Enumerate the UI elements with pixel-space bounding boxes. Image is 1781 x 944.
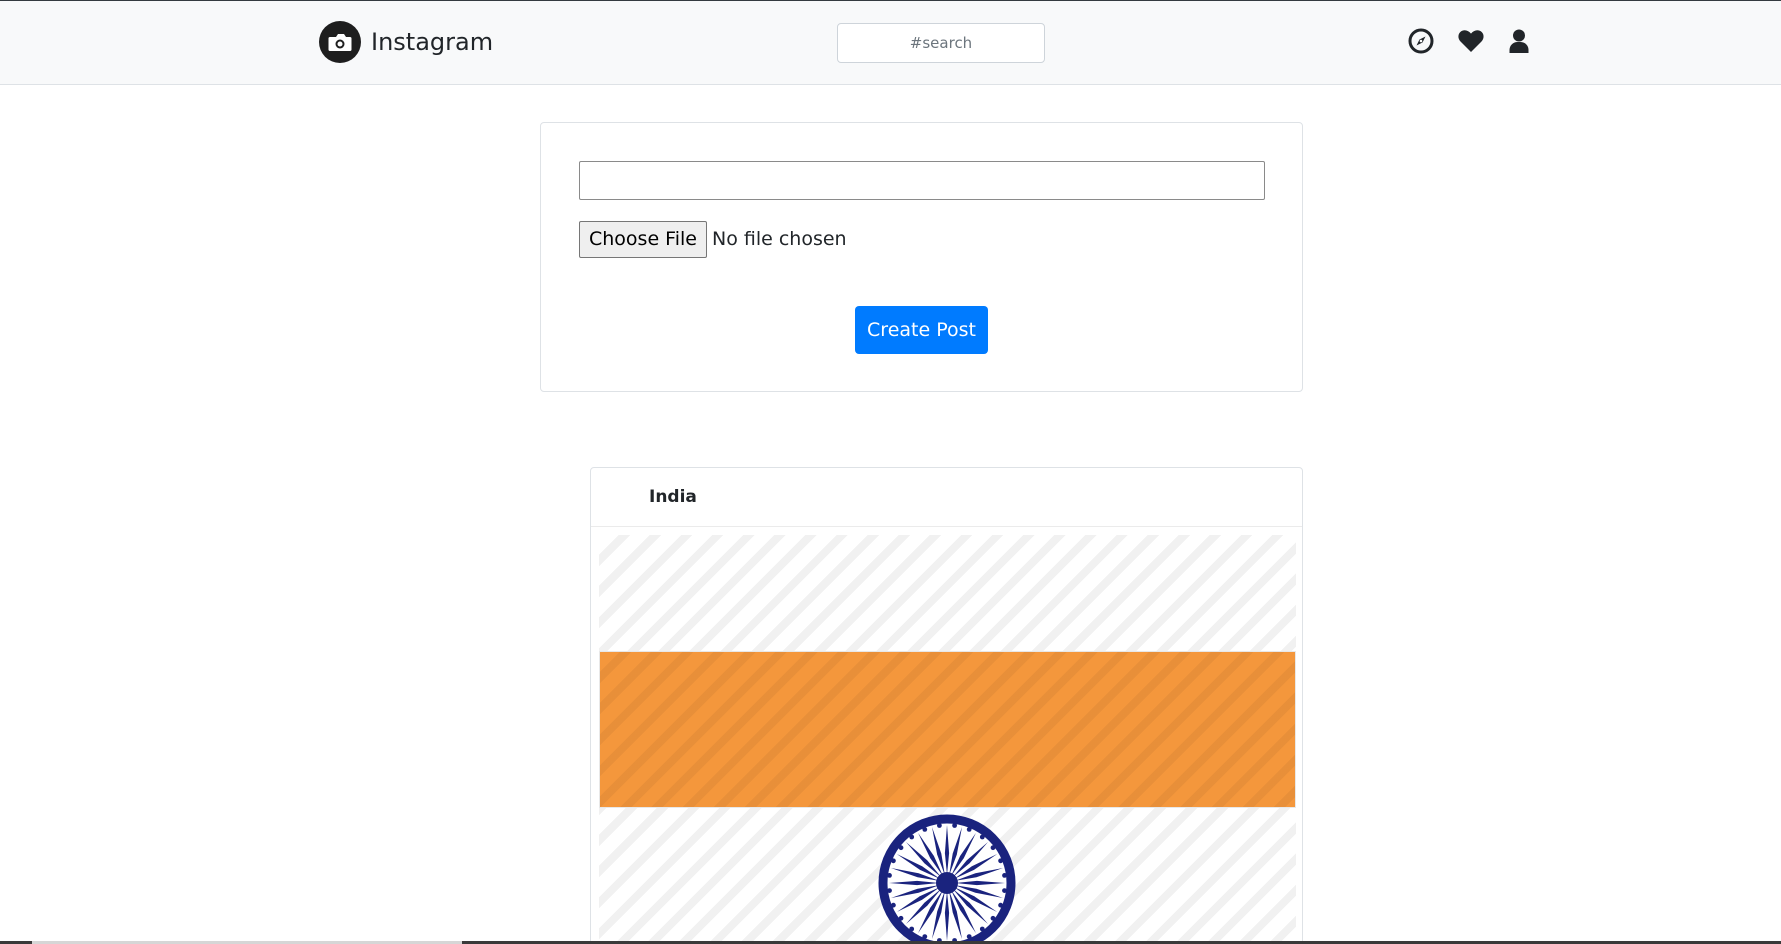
compass-icon[interactable] (1407, 27, 1435, 55)
file-status-text: No file chosen (711, 228, 847, 250)
ashoka-chakra (878, 814, 1016, 944)
file-picker: Choose File No file chosen (579, 220, 847, 258)
flag-saffron-band (599, 651, 1296, 808)
post-header: India (591, 468, 1302, 527)
navbar: Instagram (0, 1, 1781, 85)
post-image (599, 535, 1296, 944)
heart-icon[interactable] (1457, 27, 1485, 55)
create-post-card: Choose File No file chosen Create Post (540, 122, 1303, 392)
post-author[interactable]: India (649, 487, 697, 507)
post-card: India (590, 467, 1303, 944)
search-input[interactable] (837, 23, 1045, 63)
caption-input[interactable] (579, 161, 1265, 200)
camera-icon (319, 21, 361, 63)
user-icon[interactable] (1505, 27, 1533, 55)
brand-link[interactable]: Instagram (319, 21, 493, 63)
brand-name: Instagram (371, 28, 494, 56)
create-post-button[interactable]: Create Post (855, 306, 988, 354)
choose-file-button[interactable]: Choose File (579, 220, 707, 258)
